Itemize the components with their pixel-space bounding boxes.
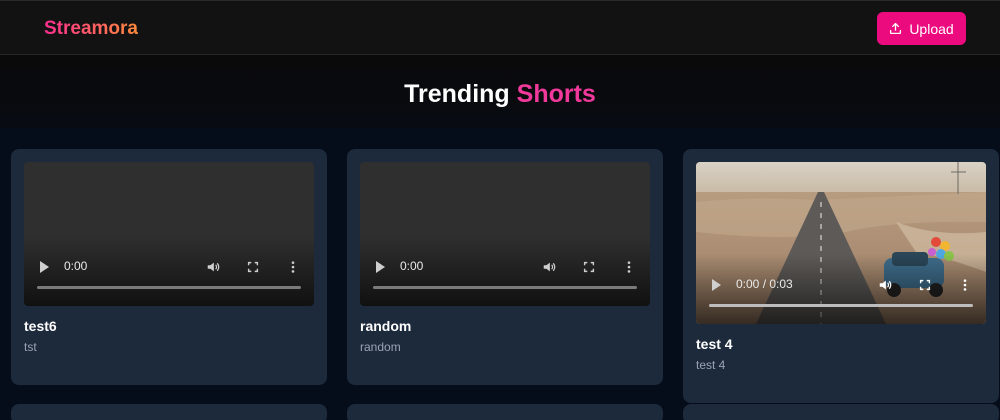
more-vertical-icon[interactable] [958, 278, 972, 292]
video-description: random [360, 340, 401, 354]
fullscreen-icon[interactable] [918, 278, 932, 292]
video-player[interactable]: 0:00 / 0:03 [696, 162, 986, 324]
more-vertical-icon[interactable] [622, 260, 636, 274]
video-player[interactable]: 0:00 [360, 162, 650, 306]
progress-bar[interactable] [37, 286, 301, 289]
video-card[interactable] [11, 404, 327, 420]
play-icon[interactable] [40, 261, 49, 273]
top-navbar: Streamora Upload [0, 0, 1000, 55]
video-card[interactable]: 0:00 random random [347, 149, 663, 385]
video-title[interactable]: random [360, 318, 411, 334]
play-icon[interactable] [712, 279, 721, 291]
video-title[interactable]: test 4 [696, 336, 733, 352]
upload-button[interactable]: Upload [877, 12, 966, 45]
progress-bar[interactable] [373, 286, 637, 289]
video-description: test 4 [696, 358, 726, 372]
progress-bar[interactable] [709, 304, 973, 307]
brand-logo[interactable]: Streamora [44, 18, 138, 40]
video-card[interactable]: 0:00 test6 tst [11, 149, 327, 385]
video-card[interactable] [347, 404, 663, 420]
time-display: 0:00 [400, 259, 424, 273]
upload-icon [890, 22, 902, 35]
upload-label: Upload [909, 20, 954, 37]
play-icon[interactable] [376, 261, 385, 273]
video-card[interactable]: 0:00 / 0:03 test 4 test 4 [683, 149, 999, 403]
volume-icon[interactable] [542, 260, 556, 274]
title-main: Trending [404, 80, 510, 108]
time-display: 0:00 / 0:03 [736, 277, 793, 291]
title-accent: Shorts [516, 80, 596, 108]
volume-icon[interactable] [878, 278, 892, 292]
volume-icon[interactable] [206, 260, 220, 274]
video-description: tst [24, 340, 37, 354]
fullscreen-icon[interactable] [582, 260, 596, 274]
page-title: Trending Shorts [0, 80, 1000, 109]
video-title[interactable]: test6 [24, 318, 57, 334]
time-display: 0:00 [64, 259, 88, 273]
video-card[interactable] [683, 404, 999, 420]
video-player[interactable]: 0:00 [24, 162, 314, 306]
more-vertical-icon[interactable] [286, 260, 300, 274]
hero-section: Trending Shorts [0, 55, 1000, 128]
fullscreen-icon[interactable] [246, 260, 260, 274]
